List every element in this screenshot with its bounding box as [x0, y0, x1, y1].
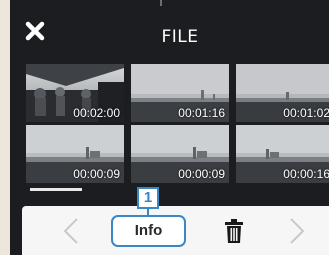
thumbnail-3[interactable]: 00:01:02: [236, 64, 329, 122]
thumbnail-duration: 00:02:00: [73, 106, 120, 120]
info-button[interactable]: Info: [111, 215, 186, 247]
chevron-right-icon: [290, 218, 305, 244]
thumbnail-duration: 00:00:16: [283, 167, 329, 181]
close-button[interactable]: [24, 20, 46, 42]
thumbnail-2[interactable]: 00:01:16: [131, 64, 229, 122]
screen-title: FILE: [161, 27, 199, 47]
callout-connector: [147, 209, 149, 216]
close-icon: [25, 21, 45, 41]
screenshot-frame: FILE 00:02:00 00:01:16 00:01:02 00:00:09…: [0, 0, 329, 255]
previous-button[interactable]: [60, 216, 82, 246]
thumbnail-1[interactable]: 00:02:00: [26, 64, 124, 122]
page-edge: [0, 0, 10, 255]
screen-notch: [160, 0, 162, 6]
thumbnail-duration: 00:00:09: [73, 167, 120, 181]
delete-button[interactable]: [224, 218, 244, 244]
callout-number: 1: [137, 187, 159, 209]
thumbnail-5[interactable]: 00:00:09: [131, 125, 229, 183]
thumbnail-4[interactable]: 00:00:09: [26, 125, 124, 183]
chevron-left-icon: [63, 218, 78, 244]
thumbnail-duration: 00:00:09: [178, 167, 225, 181]
thumbnail-6[interactable]: 00:00:16: [236, 125, 329, 183]
thumbnail-duration: 00:01:16: [178, 106, 225, 120]
trash-icon: [225, 219, 243, 243]
scroll-indicator: [30, 188, 82, 191]
thumbnail-duration: 00:01:02: [283, 106, 329, 120]
next-button[interactable]: [286, 216, 308, 246]
